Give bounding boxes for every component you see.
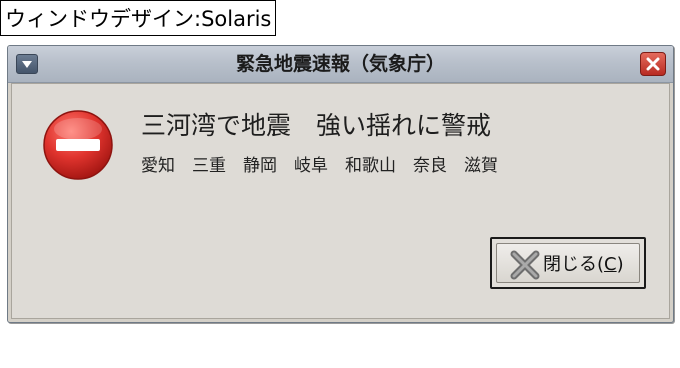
close-dialog-label: 閉じる(C) [543, 244, 624, 286]
close-dialog-button-face: 閉じる(C) [496, 243, 640, 283]
titlebar: 緊急地震速報（気象庁） [8, 46, 673, 83]
close-x-icon [510, 250, 540, 280]
dialog-regions: 愛知 三重 静岡 岐阜 和歌山 奈良 滋賀 [141, 156, 498, 176]
caption-label: ウィンドウデザイン:Solaris [0, 0, 277, 36]
stop-error-icon [43, 110, 113, 180]
window-title: 緊急地震速報（気象庁） [235, 53, 445, 75]
close-dialog-label-prefix: 閉じる( [543, 254, 605, 275]
window-close-button[interactable] [640, 52, 666, 76]
dialog-headline: 三河湾で地震 強い揺れに警戒 [141, 111, 492, 140]
close-dialog-label-suffix: ) [616, 254, 624, 275]
close-dialog-button[interactable]: 閉じる(C) [490, 237, 646, 289]
close-x-icon [646, 57, 660, 71]
dialog-window: 緊急地震速報（気象庁） 三河湾で地震 強い揺れに警戒 愛知 三重 静岡 岐阜 和… [7, 45, 674, 323]
close-dialog-mnemonic: C [604, 254, 617, 275]
dialog-content: 三河湾で地震 強い揺れに警戒 愛知 三重 静岡 岐阜 和歌山 奈良 滋賀 閉じる… [11, 83, 670, 319]
